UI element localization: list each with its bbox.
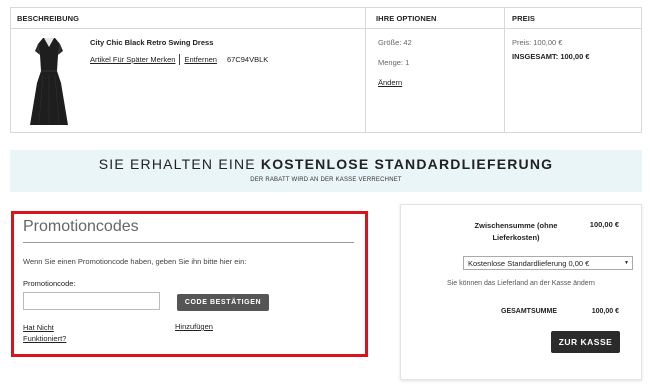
not-working-link[interactable]: Hat Nicht Funktioniert? xyxy=(23,322,83,344)
chevron-down-icon: ▼ xyxy=(624,260,629,266)
promo-title: Promotioncodes xyxy=(23,218,139,235)
product-image[interactable] xyxy=(27,35,71,131)
column-divider xyxy=(365,8,366,132)
save-for-later-link[interactable]: Artikel Für Später Merken xyxy=(90,55,175,64)
product-name[interactable]: City Chic Black Retro Swing Dress xyxy=(90,38,213,47)
banner-subtitle: DER RABATT WIRD AN DER KASSE VERRECHNET xyxy=(250,177,402,183)
banner-title: SIE ERHALTEN EINE KOSTENLOSE STANDARDLIE… xyxy=(10,156,642,172)
subtotal-label: Zwischensumme (ohne Lieferkosten) xyxy=(474,221,558,242)
free-shipping-banner: SIE ERHALTEN EINE KOSTENLOSE STANDARDLIE… xyxy=(10,150,642,192)
promo-code-panel: Promotioncodes Wenn Sie einen Promotionc… xyxy=(11,211,368,357)
promo-code-input[interactable] xyxy=(23,292,160,310)
option-size: Größe: 42 xyxy=(378,38,412,47)
promo-instruction: Wenn Sie einen Promotioncode haben, gebe… xyxy=(23,257,247,266)
promo-divider xyxy=(23,242,354,243)
item-total: INSGESAMT: 100,00 € xyxy=(512,52,590,61)
shipping-method-select[interactable]: Kostenlose Standardlieferung 0,00 € ▼ xyxy=(463,256,633,270)
header-price: PREIS xyxy=(512,14,536,23)
header-options: IHRE OPTIONEN xyxy=(376,14,437,23)
promo-code-label: Promotioncode: xyxy=(23,279,76,288)
product-sku: 67C94VBLK xyxy=(226,55,269,64)
checkout-button[interactable]: ZUR KASSE xyxy=(551,331,620,353)
column-divider xyxy=(504,8,505,132)
subtotal-value: 100,00 € xyxy=(589,220,619,229)
grand-total-label: GESAMTSUMME xyxy=(501,308,557,315)
cart-header xyxy=(11,8,641,29)
remove-link[interactable]: Entfernen xyxy=(184,55,217,64)
grand-total-value: 100,00 € xyxy=(591,308,619,315)
order-summary: Zwischensumme (ohne Lieferkosten) 100,00… xyxy=(400,204,642,380)
product-actions: Artikel Für Später Merken Entfernen 67C9… xyxy=(90,54,268,65)
item-price: Preis: 100,00 € xyxy=(512,38,563,47)
option-quantity: Menge: 1 xyxy=(378,58,410,67)
link-divider xyxy=(179,54,181,65)
banner-title-prefix: SIE ERHALTEN EINE xyxy=(98,156,256,172)
banner-title-highlight: KOSTENLOSE STANDARDLIEFERUNG xyxy=(260,156,554,172)
cart-table: BESCHREIBUNG IHRE OPTIONEN PREIS City Ch… xyxy=(10,7,642,133)
shipping-method-value: Kostenlose Standardlieferung 0,00 € xyxy=(468,258,590,268)
add-promo-link[interactable]: Hinzufügen xyxy=(175,322,213,331)
delivery-country-note: Sie können das Lieferland an der Kasse ä… xyxy=(447,280,595,287)
change-options-link[interactable]: Ändern xyxy=(378,78,402,87)
apply-code-button[interactable]: CODE BESTÄTIGEN xyxy=(177,294,269,311)
header-description: BESCHREIBUNG xyxy=(17,14,80,23)
